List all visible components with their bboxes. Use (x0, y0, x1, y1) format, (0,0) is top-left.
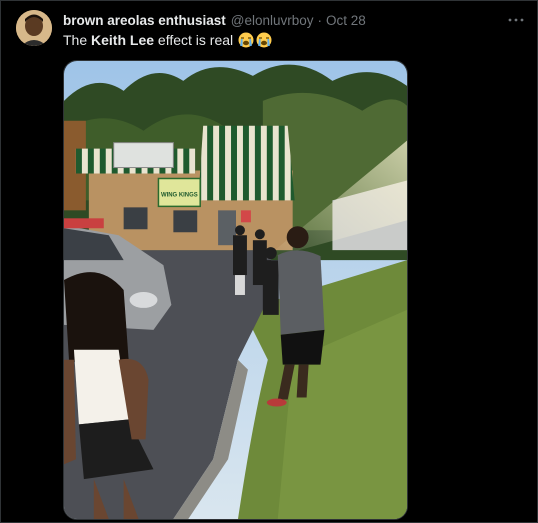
tweet-text: The Keith Lee effect is real (63, 31, 272, 49)
tweet-text-suffix: effect is real (154, 32, 234, 48)
tweet-header: brown areolas enthusiast @elonluvrboy · … (63, 11, 366, 29)
tweet-text-prefix: The (63, 32, 92, 48)
avatar[interactable] (16, 10, 52, 46)
author-name[interactable]: brown areolas enthusiast (63, 13, 226, 28)
tweet-photo[interactable]: WING KINGS (63, 60, 408, 520)
tweet-date[interactable]: Oct 28 (326, 13, 366, 28)
photo-scene: WING KINGS (64, 61, 407, 519)
loudly-crying-face-icon (256, 32, 272, 48)
separator-dot: · (317, 12, 323, 28)
shop-sign-text: WING KINGS (161, 192, 198, 198)
author-handle[interactable]: @elonluvrboy (231, 13, 314, 28)
loudly-crying-face-icon (238, 32, 254, 48)
avatar-image (16, 10, 52, 46)
more-dots-icon[interactable] (506, 10, 526, 30)
tweet-text-bold[interactable]: Keith Lee (91, 31, 154, 49)
